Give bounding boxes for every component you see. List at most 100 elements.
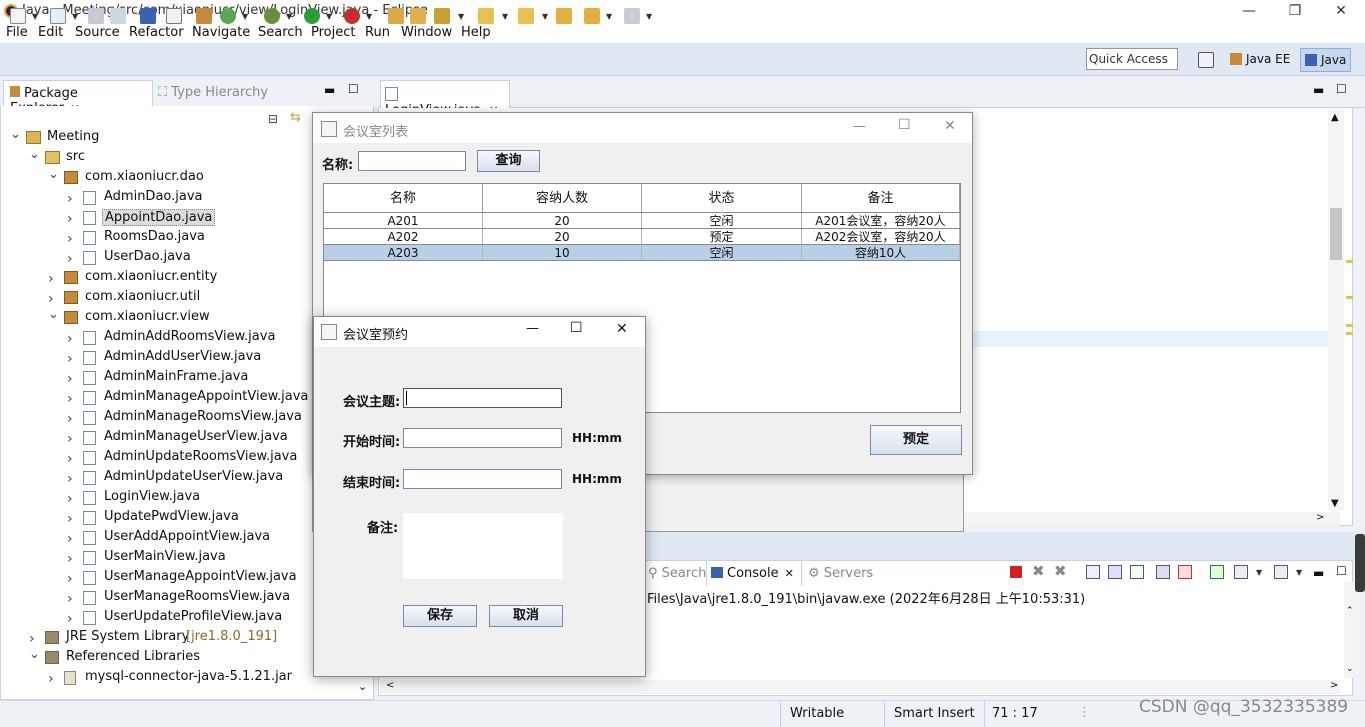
- terminate-icon[interactable]: [1010, 566, 1022, 578]
- maximize-button[interactable]: ☐: [898, 117, 911, 133]
- chevron-down-icon[interactable]: ▼: [458, 12, 464, 21]
- remove-all-icon[interactable]: ✖: [1054, 562, 1067, 580]
- pen-icon[interactable]: [434, 8, 450, 24]
- editor-vertical-scrollbar[interactable]: [1328, 110, 1344, 510]
- column-header[interactable]: 容纳人数: [483, 184, 642, 212]
- skip-breakpoints-icon[interactable]: [166, 8, 182, 24]
- maximize-view-icon[interactable]: ☐: [348, 82, 359, 96]
- last-edit-icon[interactable]: [556, 8, 572, 24]
- open-console-icon[interactable]: [1274, 565, 1288, 579]
- start-time-input[interactable]: [403, 428, 562, 448]
- console-horizontal-scrollbar[interactable]: [380, 680, 1340, 694]
- chevron-right-icon[interactable]: ›: [67, 531, 73, 547]
- chevron-right-icon[interactable]: ›: [67, 331, 73, 347]
- perspective-java[interactable]: Java: [1300, 48, 1352, 72]
- chevron-down-icon[interactable]: ▼: [606, 12, 612, 21]
- menu-help[interactable]: Help: [461, 25, 491, 40]
- open-folder-icon[interactable]: [388, 8, 404, 24]
- chevron-right-icon[interactable]: ›: [67, 551, 73, 567]
- menu-navigate[interactable]: Navigate: [192, 25, 250, 40]
- close-button[interactable]: ✕: [616, 321, 628, 337]
- editor-tab[interactable]: LoginView.java✕: [380, 80, 510, 118]
- minimize-view-icon[interactable]: ▬: [1313, 83, 1324, 97]
- refresh-icon[interactable]: [220, 8, 236, 24]
- collapse-all-icon[interactable]: ⊟: [268, 112, 278, 126]
- show-stdout-icon[interactable]: [1156, 565, 1170, 579]
- scroll-right-icon[interactable]: >: [1316, 512, 1324, 523]
- scroll-down-icon[interactable]: ⌄: [1346, 664, 1354, 674]
- chevron-right-icon[interactable]: ›: [67, 511, 73, 527]
- chevron-down-icon[interactable]: ▼: [1296, 568, 1302, 577]
- menu-run[interactable]: Run: [365, 25, 390, 40]
- prev-annotation-icon[interactable]: [518, 8, 534, 24]
- query-button[interactable]: 查询: [477, 150, 540, 172]
- chevron-right-icon[interactable]: ›: [48, 671, 54, 687]
- column-header[interactable]: 名称: [324, 184, 483, 212]
- table-row[interactable]: A203 10 空闲 容纳10人: [324, 245, 960, 261]
- minimize-button[interactable]: —: [526, 321, 539, 336]
- chevron-down-icon[interactable]: ⌄: [48, 167, 59, 182]
- minimize-button[interactable]: —: [1226, 0, 1272, 22]
- warning-marker-icon[interactable]: [1346, 324, 1353, 327]
- scroll-down-icon[interactable]: ▼: [1331, 498, 1339, 509]
- close-button[interactable]: ✕: [944, 118, 956, 134]
- remove-launch-icon[interactable]: ✖: [1032, 562, 1045, 580]
- pin-console-icon[interactable]: [1210, 565, 1224, 579]
- maximize-view-icon[interactable]: ☐: [1336, 564, 1347, 578]
- perspective-java-ee[interactable]: Java EE: [1226, 48, 1294, 72]
- room-name-input[interactable]: [358, 151, 466, 171]
- minimize-button[interactable]: —: [853, 119, 866, 134]
- maximize-button[interactable]: ❐: [1272, 0, 1318, 22]
- menu-refactor[interactable]: Refactor: [129, 25, 184, 40]
- note-textarea[interactable]: [403, 513, 563, 579]
- display-console-icon[interactable]: [1234, 565, 1248, 579]
- maximize-button[interactable]: ☐: [570, 320, 583, 336]
- scroll-up-icon[interactable]: ⌃: [1346, 606, 1354, 616]
- chevron-down-icon[interactable]: ▼: [502, 12, 508, 21]
- chevron-right-icon[interactable]: ›: [67, 211, 73, 227]
- chevron-right-icon[interactable]: ›: [67, 351, 73, 367]
- warning-marker-icon[interactable]: [1346, 260, 1353, 263]
- chevron-right-icon[interactable]: ›: [48, 291, 54, 307]
- save-icon[interactable]: [88, 8, 104, 24]
- end-time-input[interactable]: [403, 469, 562, 489]
- chevron-down-icon[interactable]: ⌄: [10, 128, 21, 142]
- maximize-view-icon[interactable]: ☐: [1336, 82, 1347, 96]
- chevron-right-icon[interactable]: ›: [67, 251, 73, 267]
- chevron-right-icon[interactable]: ›: [67, 451, 73, 467]
- table-row[interactable]: A202 20 预定 A202会议室，容纳20人: [324, 229, 960, 245]
- next-annotation-icon[interactable]: [478, 8, 494, 24]
- word-wrap-icon[interactable]: [1130, 565, 1144, 579]
- chevron-right-icon[interactable]: ›: [67, 571, 73, 587]
- package-explorer-tab[interactable]: Package Explorer✕: [3, 80, 153, 116]
- chevron-right-icon[interactable]: ›: [29, 631, 35, 647]
- scroll-up-icon[interactable]: ▲: [1331, 112, 1339, 123]
- side-panel-handle[interactable]: [1355, 534, 1365, 592]
- chevron-down-icon[interactable]: ▼: [326, 12, 332, 21]
- topic-input[interactable]: [403, 388, 562, 408]
- close-button[interactable]: ✕: [1318, 0, 1364, 22]
- chevron-down-icon[interactable]: ▼: [1256, 568, 1262, 577]
- scroll-right-icon[interactable]: >: [1330, 680, 1338, 691]
- clear-console-icon[interactable]: [1086, 565, 1100, 579]
- new-icon[interactable]: [10, 8, 26, 24]
- open-perspective-icon[interactable]: [1198, 52, 1214, 68]
- chevron-down-icon[interactable]: ▼: [242, 12, 248, 21]
- quick-access-input[interactable]: Quick Access: [1086, 48, 1178, 70]
- run-icon[interactable]: [304, 8, 320, 24]
- menu-project[interactable]: Project: [311, 25, 355, 40]
- table-row[interactable]: A201 20 空闲 A201会议室，容纳20人: [324, 213, 960, 229]
- save-button[interactable]: 保存: [403, 605, 477, 627]
- column-header[interactable]: 状态: [642, 184, 802, 212]
- chevron-right-icon[interactable]: ›: [67, 391, 73, 407]
- scroll-lock-icon[interactable]: [1108, 565, 1122, 579]
- chevron-right-icon[interactable]: ›: [67, 191, 73, 207]
- new-project-icon[interactable]: [50, 8, 66, 24]
- show-stderr-icon[interactable]: [1178, 565, 1192, 579]
- chevron-right-icon[interactable]: ›: [48, 271, 54, 287]
- chevron-right-icon[interactable]: ›: [67, 591, 73, 607]
- save-all-icon[interactable]: [110, 8, 126, 24]
- menu-source[interactable]: Source: [75, 25, 120, 40]
- back-icon[interactable]: [584, 8, 600, 24]
- warning-marker-icon[interactable]: [1346, 332, 1353, 335]
